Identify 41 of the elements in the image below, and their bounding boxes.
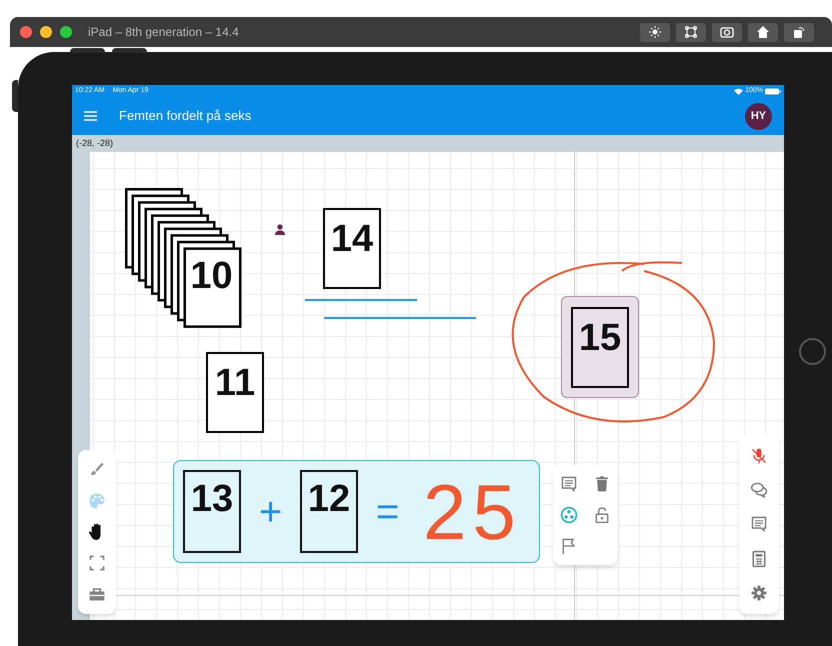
zoom-icon[interactable] [60, 26, 72, 38]
ink-symbol: = [374, 492, 400, 532]
calculator-icon[interactable] [750, 550, 768, 568]
settings-icon[interactable] [750, 584, 768, 602]
minimize-icon[interactable] [40, 26, 52, 38]
window-title: iPad – 8th generation – 14.4 [88, 24, 239, 41]
command-key-button[interactable] [676, 22, 706, 42]
card-stack[interactable]: 10 [124, 188, 242, 328]
person-icon [274, 224, 286, 235]
home-icon [756, 25, 770, 39]
number-card[interactable]: 13 [183, 470, 241, 553]
camera-button[interactable] [712, 22, 742, 42]
camera-icon [720, 25, 734, 39]
wifi-icon [734, 88, 744, 94]
brightness-button[interactable] [640, 22, 670, 42]
user-avatar[interactable]: HY [745, 102, 772, 130]
home-button[interactable] [748, 22, 778, 42]
number-card[interactable]: 12 [300, 470, 358, 553]
document-title: Femten fordelt på seks [119, 107, 252, 126]
fullscreen-icon[interactable] [88, 554, 106, 572]
rotate-icon [792, 25, 806, 39]
group-icon[interactable] [560, 506, 578, 524]
battery-icon [765, 88, 781, 94]
number-card[interactable]: 14 [323, 208, 381, 289]
comment-icon[interactable] [750, 515, 768, 534]
group-box[interactable]: 13 + 12 = 25 [173, 460, 540, 563]
coordinates-label: (-28, -28) [76, 137, 114, 150]
number-card[interactable]: 11 [206, 352, 264, 433]
canvas[interactable]: 10 11 14 15 13 + 12 = 25 [72, 152, 784, 620]
brightness-icon [648, 25, 662, 39]
close-icon[interactable] [20, 26, 32, 38]
handwritten-answer: 25 [423, 472, 522, 552]
lock-icon[interactable] [592, 506, 611, 524]
comment-icon[interactable] [560, 475, 578, 494]
chat-icon[interactable] [750, 481, 768, 500]
ink-symbol: + [258, 492, 284, 532]
menu-icon[interactable] [84, 111, 97, 121]
rotate-button[interactable] [784, 22, 814, 42]
command-key-icon [684, 25, 698, 39]
number-card[interactable]: 15 [571, 307, 629, 388]
mic-off-icon[interactable] [750, 447, 768, 466]
